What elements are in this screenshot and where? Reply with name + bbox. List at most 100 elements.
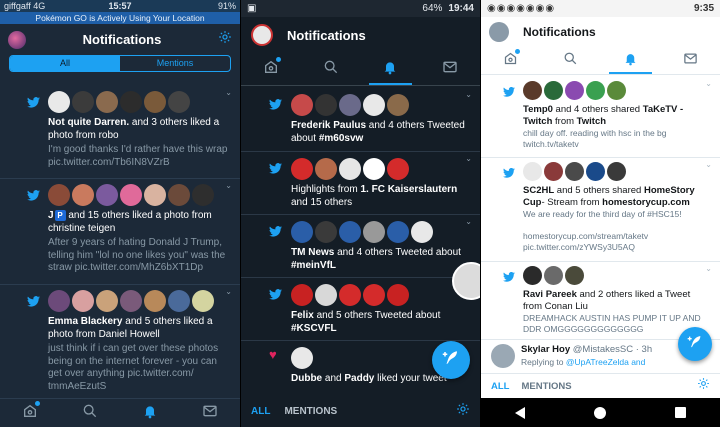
bell-icon[interactable]	[142, 403, 158, 424]
notification-item[interactable]: ⌄ Frederik Paulus and 4 others Tweeted a…	[241, 88, 480, 151]
avatar[interactable]	[168, 91, 190, 113]
avatar[interactable]	[544, 266, 563, 285]
username[interactable]: TM News	[291, 247, 334, 258]
hashtag[interactable]: #KSCVFL	[291, 323, 337, 334]
notification-item[interactable]: ⌄ Ravi Pareek and 2 others liked a Tweet…	[481, 261, 720, 339]
notification-item[interactable]: ⌄ Highlights from 1. FC Kaiserslautern a…	[241, 151, 480, 214]
notification-item[interactable]: ⌄ Not quite Darren. and 3 others liked a…	[0, 86, 240, 178]
username[interactable]: Emma Blackery	[48, 316, 123, 327]
avatar[interactable]	[72, 91, 94, 113]
compose-tweet-button[interactable]	[678, 327, 712, 361]
avatar[interactable]	[586, 81, 605, 100]
source[interactable]: homestorycup.com	[602, 197, 690, 208]
avatar[interactable]	[387, 94, 409, 116]
tab-all[interactable]: ALL	[491, 381, 509, 392]
avatar[interactable]	[192, 184, 214, 206]
avatar[interactable]	[291, 158, 313, 180]
source[interactable]: Twitch	[577, 116, 606, 127]
avatar[interactable]	[251, 24, 273, 46]
avatar[interactable]	[363, 158, 385, 180]
avatar[interactable]	[144, 184, 166, 206]
avatar[interactable]	[523, 162, 542, 181]
chevron-down-icon[interactable]: ⌄	[465, 154, 472, 163]
notification-item[interactable]: ⌄ Emma Blackery and 5 others liked a pho…	[0, 284, 240, 396]
tab-home[interactable]	[241, 53, 301, 85]
avatar[interactable]	[120, 290, 142, 312]
avatar[interactable]	[96, 184, 118, 206]
avatar[interactable]	[565, 266, 584, 285]
avatar[interactable]	[96, 290, 118, 312]
search-icon[interactable]	[82, 403, 98, 424]
gear-icon[interactable]	[218, 30, 232, 49]
avatar[interactable]	[291, 347, 313, 369]
home-icon[interactable]	[22, 400, 40, 424]
username[interactable]: Temp0	[523, 104, 553, 115]
avatar[interactable]	[120, 184, 142, 206]
segment-mentions[interactable]: Mentions	[120, 56, 230, 71]
home-button-icon[interactable]	[593, 406, 606, 419]
avatar[interactable]	[291, 94, 313, 116]
hashtag[interactable]: #meinVfL	[291, 260, 336, 271]
location-banner[interactable]: Pokémon GO is Actively Using Your Locati…	[0, 12, 240, 24]
avatar[interactable]	[607, 81, 626, 100]
username[interactable]: Paddy	[344, 373, 374, 384]
avatar[interactable]	[48, 91, 70, 113]
username[interactable]: SC2HL	[523, 185, 554, 196]
avatar[interactable]	[72, 290, 94, 312]
username[interactable]: 1. FC Kaiserslautern	[360, 184, 457, 195]
avatar[interactable]	[523, 81, 542, 100]
mail-icon[interactable]	[202, 403, 218, 424]
avatar[interactable]	[315, 221, 337, 243]
avatar[interactable]	[607, 162, 626, 181]
chevron-down-icon[interactable]: ⌄	[465, 217, 472, 226]
avatar[interactable]	[411, 221, 433, 243]
avatar[interactable]	[315, 284, 337, 306]
avatar[interactable]	[168, 290, 190, 312]
avatar[interactable]	[544, 81, 563, 100]
avatar[interactable]	[387, 284, 409, 306]
avatar[interactable]	[315, 158, 337, 180]
tab-search[interactable]	[541, 47, 601, 74]
avatar[interactable]	[339, 158, 361, 180]
notification-item[interactable]: ⌄ TM News and 4 others Tweeted about #me…	[241, 214, 480, 277]
avatar[interactable]	[363, 94, 385, 116]
avatar[interactable]	[8, 30, 26, 49]
hashtag[interactable]: #m60svw	[319, 133, 363, 144]
tab-all[interactable]: ALL	[251, 406, 270, 417]
avatar[interactable]	[315, 94, 337, 116]
tab-home[interactable]	[481, 47, 541, 74]
avatar[interactable]	[144, 91, 166, 113]
avatar[interactable]	[565, 162, 584, 181]
recents-icon[interactable]	[674, 407, 686, 418]
avatar[interactable]	[586, 162, 605, 181]
avatar[interactable]	[48, 184, 70, 206]
avatar[interactable]	[48, 290, 70, 312]
avatar[interactable]	[565, 81, 584, 100]
tab-mentions[interactable]: MENTIONS	[521, 381, 697, 392]
chevron-down-icon[interactable]: ⌄	[705, 264, 712, 273]
avatar[interactable]	[192, 290, 214, 312]
chevron-down-icon[interactable]: ⌄	[465, 90, 472, 99]
username[interactable]: Felix	[291, 310, 314, 321]
avatar[interactable]	[339, 221, 361, 243]
tab-mentions[interactable]: MENTIONS	[284, 406, 456, 417]
tab-notifications[interactable]	[361, 53, 421, 85]
notification-item[interactable]: ⌄ Felix and 5 others Tweeted about #KSCV…	[241, 277, 480, 340]
chevron-down-icon[interactable]: ⌄	[225, 88, 232, 97]
notification-item[interactable]: ⌄ SC2HL and 5 others shared HomeStory Cu…	[481, 157, 720, 261]
avatar[interactable]	[339, 284, 361, 306]
avatar[interactable]	[523, 266, 542, 285]
username[interactable]: Dubbe	[291, 373, 322, 384]
tab-search[interactable]	[301, 53, 361, 85]
avatar[interactable]	[489, 22, 509, 42]
username[interactable]: Ravi Pareek	[523, 289, 577, 300]
avatar[interactable]	[339, 94, 361, 116]
avatar[interactable]	[96, 91, 118, 113]
avatar[interactable]	[387, 221, 409, 243]
username[interactable]: Not quite Darren.	[48, 117, 129, 128]
chevron-down-icon[interactable]: ⌄	[225, 181, 232, 190]
avatar[interactable]	[363, 221, 385, 243]
chevron-down-icon[interactable]: ⌄	[225, 287, 232, 296]
avatar[interactable]	[291, 221, 313, 243]
reply-author[interactable]: Skylar Hoy	[521, 344, 570, 355]
